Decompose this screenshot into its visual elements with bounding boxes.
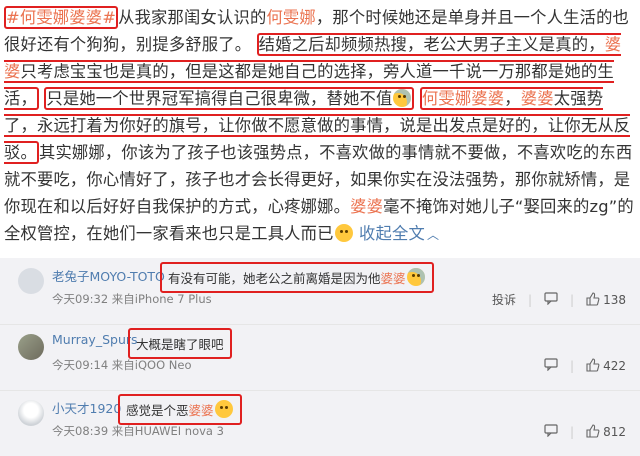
comment-item: 老兔子MOYO-TOTO 有没有可能，她老公之前离婚是因为他婆婆 今天09:32… (0, 258, 640, 325)
report-button[interactable]: 投诉 (492, 291, 516, 308)
comment-text-box: 大概是瞎了眼吧 (128, 328, 232, 359)
topic-tag[interactable]: #何雯娜婆婆# (4, 6, 119, 29)
comment-item: 小天才1920 感觉是个恶婆婆 今天08:39 来自HUAWEI nova 3 … (0, 390, 640, 456)
comment-username[interactable]: Murray_Spurs (52, 332, 138, 347)
face-emoji-icon (334, 224, 353, 242)
reply-icon[interactable] (544, 357, 558, 374)
post-text-1: 从我家那闺女认识的 (118, 8, 267, 27)
post-text-6: ， (504, 89, 521, 108)
crying-emoji-icon (393, 89, 412, 107)
avatar[interactable] (18, 334, 44, 360)
like-button[interactable]: 812 (586, 424, 626, 439)
thumbs-up-icon (586, 292, 600, 306)
avatar[interactable] (18, 268, 44, 294)
divider: | (570, 358, 575, 373)
comment-list: 老兔子MOYO-TOTO 有没有可能，她老公之前离婚是因为他婆婆 今天09:32… (0, 258, 640, 456)
like-count: 812 (603, 425, 626, 439)
comment-text-box: 感觉是个恶婆婆 (118, 394, 242, 425)
comment-actions: | 812 (544, 423, 626, 440)
like-button[interactable]: 138 (586, 292, 626, 307)
comment-meta: 今天08:39 来自HUAWEI nova 3 (52, 424, 224, 438)
comment-text: 有没有可能，她老公之前离婚是因为他 (168, 271, 381, 286)
comment-actions: 投诉 | | 138 (492, 291, 626, 308)
post-text-5: 只是她一个世界冠军搞得自己很卑微，替她不值 (46, 89, 393, 108)
thumbs-up-icon (586, 424, 600, 438)
keyword-popo[interactable]: 婆婆 (381, 271, 406, 286)
comment-meta: 今天09:32 来自iPhone 7 Plus (52, 292, 212, 306)
comment-text: 大概是瞎了眼吧 (136, 337, 224, 352)
divider: | (528, 292, 533, 307)
keyword-popo[interactable]: 婆婆 (521, 89, 554, 108)
like-button[interactable]: 422 (586, 358, 626, 373)
chevron-up-icon: ︿ (426, 228, 440, 242)
reply-icon[interactable] (544, 291, 558, 308)
post-text-3: 结婚之后却频频热搜，老公大男子主义是真的， (258, 35, 605, 54)
reply-icon[interactable] (544, 423, 558, 440)
comment-username[interactable]: 老兔子MOYO-TOTO (52, 266, 165, 285)
comment-username[interactable]: 小天才1920 (52, 398, 121, 417)
keyword-popo[interactable]: 婆婆 (189, 403, 214, 418)
collapse-label: 收起全文 (359, 224, 425, 243)
comment-meta: 今天09:14 来自iQOO Neo (52, 358, 192, 372)
collapse-link[interactable]: 收起全文 ︿ (359, 224, 439, 243)
divider: | (570, 292, 575, 307)
comment-actions: | 422 (544, 357, 626, 374)
like-count: 138 (603, 293, 626, 307)
thumbs-up-icon (586, 358, 600, 372)
comment-text: 感觉是个恶 (126, 403, 189, 418)
keyword-popo[interactable]: 婆婆 (350, 197, 383, 216)
divider: | (570, 424, 575, 439)
like-count: 422 (603, 359, 626, 373)
avatar[interactable] (18, 400, 44, 426)
topic-name-link[interactable]: 何雯娜婆婆 (422, 89, 504, 108)
thinking-emoji-icon (214, 400, 233, 418)
crying-emoji-icon (406, 268, 425, 286)
post-body: #何雯娜婆婆# 从我家那闺女认识的何雯娜，那个时候她还是单身并且一个人生活的也很好… (4, 4, 636, 249)
name-link[interactable]: 何雯娜 (266, 8, 315, 27)
comment-item: Murray_Spurs 大概是瞎了眼吧 今天09:14 来自iQOO Neo … (0, 324, 640, 391)
comment-text-box: 有没有可能，她老公之前离婚是因为他婆婆 (160, 262, 434, 293)
highlight-box-2: 只是她一个世界冠军搞得自己很卑微，替她不值 (44, 87, 415, 110)
